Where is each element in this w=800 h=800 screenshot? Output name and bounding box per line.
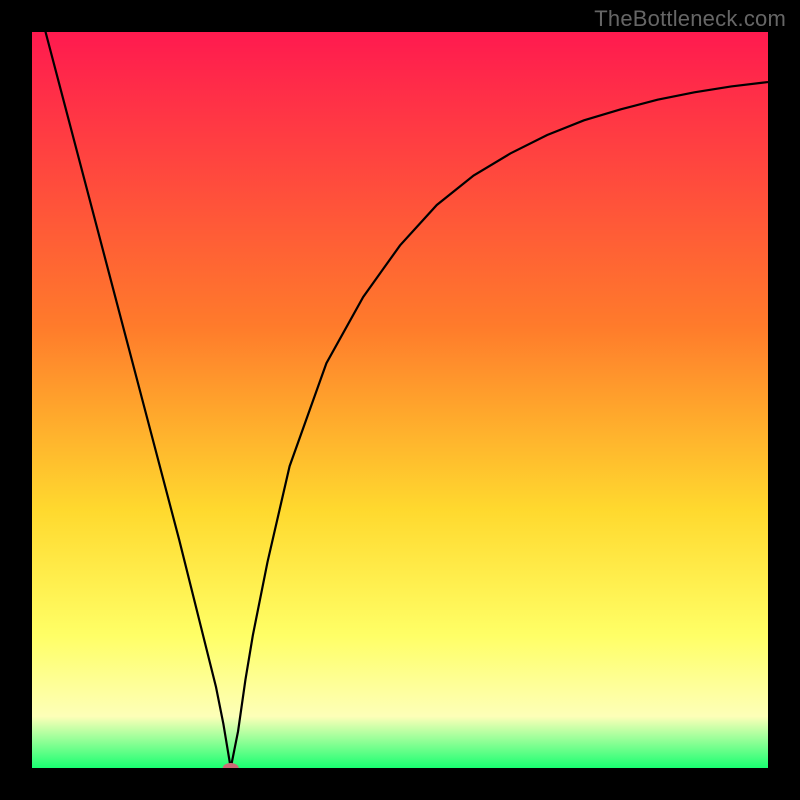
watermark-text: TheBottleneck.com: [594, 6, 786, 32]
chart-frame: [32, 32, 768, 768]
bottleneck-chart: [32, 32, 768, 768]
